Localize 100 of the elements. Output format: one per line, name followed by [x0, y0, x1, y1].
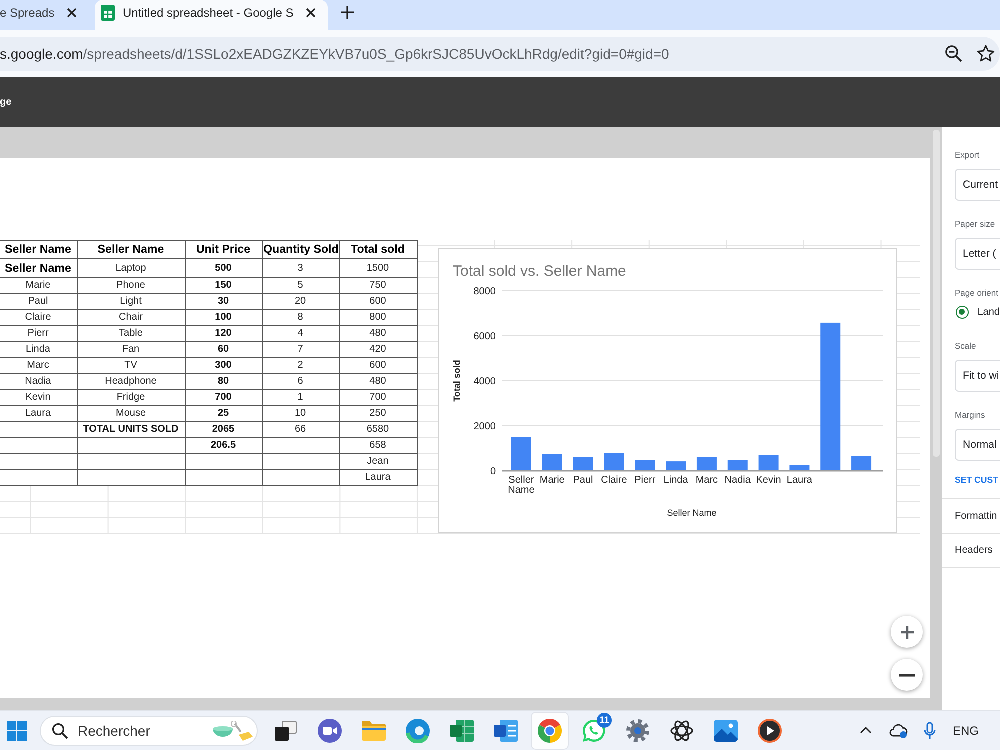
- plus-icon: [900, 626, 914, 638]
- bar: [511, 437, 532, 471]
- table-cell: Headphone: [77, 374, 185, 390]
- x-tick-label: Marc: [694, 476, 720, 486]
- close-icon[interactable]: [306, 8, 316, 18]
- cloud-icon[interactable]: [888, 722, 908, 738]
- table-cell: 3: [262, 258, 339, 278]
- x-tick-label: Pierr: [634, 476, 657, 486]
- dropdown[interactable]: Current: [955, 169, 1000, 201]
- language-indicator[interactable]: ENG: [952, 724, 979, 738]
- table-cell: 2065: [185, 422, 262, 438]
- bar: [635, 460, 656, 471]
- table-cell: Phone: [77, 278, 185, 294]
- table-cell: Chair: [77, 310, 185, 326]
- gear-icon: [626, 718, 650, 742]
- landscape-picture-icon: [714, 720, 738, 742]
- table-cell: TV: [77, 358, 185, 374]
- table-cell: Paul: [0, 294, 77, 310]
- table-cell: 600: [339, 358, 417, 374]
- bar: [573, 458, 594, 471]
- bar: [758, 455, 779, 471]
- table-cell: Nadia: [0, 374, 77, 390]
- table-cell: 100: [185, 310, 262, 326]
- field-label: Paper size: [955, 218, 996, 230]
- table-cell: Fridge: [77, 390, 185, 406]
- table-cell: 150: [185, 278, 262, 294]
- table-cell: 66: [262, 422, 339, 438]
- table-cell: 250: [339, 406, 417, 422]
- video-camera-icon: [318, 718, 342, 742]
- search-field[interactable]: Rechercher: [40, 716, 258, 746]
- table-cell: Marc: [0, 358, 77, 374]
- table-cell: 60: [185, 342, 262, 358]
- dropdown[interactable]: Fit to wi: [955, 360, 1000, 392]
- collapsible-row[interactable]: Formattin: [942, 498, 1000, 533]
- four-squares-icon[interactable]: [7, 720, 27, 740]
- table-cell: 6: [262, 374, 339, 390]
- star-icon[interactable]: [977, 45, 995, 62]
- table-cell: 2: [262, 358, 339, 374]
- x-tick-label: Paul: [572, 476, 594, 486]
- dropdown[interactable]: Letter (: [955, 238, 1000, 270]
- bar: [542, 454, 562, 471]
- column-header: Total sold: [339, 240, 417, 258]
- table-cell: 800: [339, 310, 417, 326]
- x-tick-label: Marie: [538, 476, 566, 486]
- taskbar-button[interactable]: 11: [576, 712, 612, 748]
- chevron-up-icon[interactable]: [860, 727, 872, 734]
- table-cell: 300: [185, 358, 262, 374]
- column-header: Seller Name: [77, 240, 185, 258]
- microphone-icon[interactable]: [924, 722, 936, 740]
- radio-label: Land: [978, 306, 1000, 318]
- table-cell: 10: [262, 406, 339, 422]
- table-cell: 6580: [339, 422, 417, 438]
- url-path: /spreadsheets/d/1SSLo2xEADGZKZEYkVB7u0S_Gp6krSJC85UvOckLhRdg/edit?gid=0#gid=0: [83, 46, 670, 62]
- y-tick-label: 6000: [474, 332, 496, 342]
- search-icon: [52, 722, 68, 738]
- grid-tile-icon: [450, 720, 474, 742]
- bar: [728, 460, 748, 471]
- table-cell: Marie: [0, 278, 77, 294]
- dropdown[interactable]: Normal: [955, 429, 1000, 461]
- magnifier-minus-icon[interactable]: [945, 45, 962, 62]
- table-cell: 480: [339, 326, 417, 342]
- table-cell: 4: [262, 326, 339, 342]
- field-label: Scale: [955, 340, 978, 352]
- radio-button[interactable]: [956, 306, 969, 318]
- bowl-icon: [213, 720, 253, 740]
- x-axis-title: Seller Name: [667, 508, 717, 518]
- minus-icon: [899, 674, 915, 676]
- table-cell: Seller Name: [0, 258, 77, 278]
- address-field[interactable]: s.google.com/spreadsheets/d/1SSLo2xEADGZKZEYkVB7u0S_Gp6krSJC85UvOckLhRdg/edit?gid=0#gid=0: [0, 36, 1000, 70]
- text-link[interactable]: SET CUST: [955, 474, 1000, 486]
- table-cell: Laura: [339, 470, 417, 486]
- table-cell: 30: [185, 294, 262, 310]
- table-cell: 8: [262, 310, 339, 326]
- table-cell: 700: [185, 390, 262, 406]
- x-tick-label: Laura: [786, 476, 814, 486]
- table-cell: Mouse: [77, 406, 185, 422]
- table-cell: 5: [262, 278, 339, 294]
- bar: [696, 458, 717, 471]
- table-cell: Table: [77, 326, 185, 342]
- table-cell: 480: [339, 374, 417, 390]
- table-cell: Kevin: [0, 390, 77, 406]
- atom-icon: [670, 718, 694, 742]
- table-cell: Fan: [77, 342, 185, 358]
- x-tick-label: Seller Name: [507, 476, 536, 496]
- table-cell: Linda: [0, 342, 77, 358]
- bar: [852, 456, 872, 471]
- field-label: Margins: [955, 409, 986, 421]
- table-cell: Jean: [339, 454, 417, 470]
- close-icon[interactable]: [67, 8, 77, 18]
- table-cell: Laura: [0, 406, 77, 422]
- table-cell: Light: [77, 294, 185, 310]
- collapsible-row[interactable]: Headers: [942, 533, 1000, 568]
- browser-tab[interactable]: e Spreads: [0, 0, 95, 30]
- column-header: Unit Price: [185, 240, 262, 258]
- browser-tab[interactable]: Untitled spreadsheet - Google S: [95, 0, 328, 30]
- y-axis-title: Total sold: [452, 360, 462, 402]
- x-tick-label: Claire: [600, 476, 628, 486]
- plus-icon[interactable]: [341, 6, 354, 19]
- folder-icon: [362, 720, 386, 740]
- table-cell: 420: [339, 342, 417, 358]
